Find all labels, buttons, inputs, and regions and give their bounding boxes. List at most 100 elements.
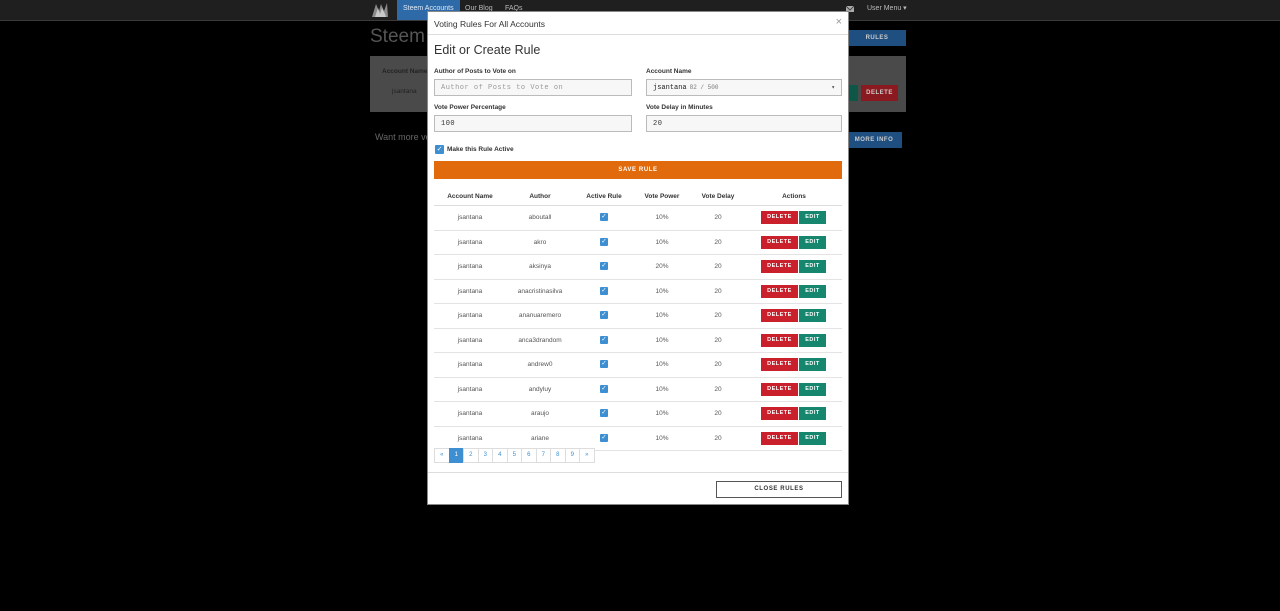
delete-rule-button[interactable]: DELETE xyxy=(761,358,798,371)
account-name-label: Account Name xyxy=(646,68,692,75)
cell-vote-delay: 20 xyxy=(714,336,722,344)
modal-footer-divider xyxy=(428,472,848,473)
delete-rule-button[interactable]: DELETE xyxy=(761,333,798,347)
active-rule-checkbox-icon[interactable]: ✓ xyxy=(600,360,608,368)
delete-rule-button[interactable]: DELETE xyxy=(761,407,798,420)
col-vote-power: Vote Power xyxy=(644,193,680,200)
cell-vote-delay: 20 xyxy=(714,263,722,270)
edit-rule-button[interactable]: EDIT xyxy=(799,284,826,298)
vote-power-input[interactable] xyxy=(434,115,632,132)
cell-vote-power: 10% xyxy=(655,385,669,393)
cell-author: ariane xyxy=(530,434,550,442)
cell-account: jsantana xyxy=(457,434,483,442)
delete-rule-button[interactable]: DELETE xyxy=(761,284,798,298)
edit-rule-button[interactable]: EDIT xyxy=(799,309,826,322)
cell-author: anacristinasilva xyxy=(517,287,563,295)
pagination-page[interactable]: 4 xyxy=(492,448,508,463)
pagination-next[interactable]: » xyxy=(579,448,595,463)
edit-rule-button[interactable]: EDIT xyxy=(799,407,826,420)
col-account-name: Account Name xyxy=(447,193,493,200)
active-rule-label: Make this Rule Active xyxy=(447,146,514,153)
cell-author: aksinya xyxy=(528,263,552,270)
bg-edit-button[interactable] xyxy=(849,85,858,101)
pagination-page[interactable]: 2 xyxy=(463,448,479,463)
edit-rule-button[interactable]: EDIT xyxy=(799,358,826,371)
active-rule-checkbox-icon[interactable]: ✓ xyxy=(600,286,608,295)
cell-vote-delay: 20 xyxy=(714,214,722,221)
close-icon[interactable]: × xyxy=(836,16,842,28)
pagination-page[interactable]: 1 xyxy=(448,448,464,463)
cell-vote-delay: 20 xyxy=(714,434,722,442)
edit-rule-button[interactable]: EDIT xyxy=(799,382,826,396)
pagination-page[interactable]: 3 xyxy=(477,448,493,463)
col-author: Author xyxy=(529,193,551,200)
edit-rule-button[interactable]: EDIT xyxy=(799,235,826,249)
rules-button[interactable]: RULES xyxy=(848,30,906,46)
delete-rule-button[interactable]: DELETE xyxy=(761,235,798,249)
delete-rule-button[interactable]: DELETE xyxy=(761,211,798,224)
cell-vote-power: 10% xyxy=(655,410,669,417)
cell-author: ananuaremero xyxy=(518,312,562,319)
pagination-page[interactable]: 6 xyxy=(521,448,537,463)
save-rule-button[interactable]: SAVE RULE xyxy=(434,161,842,179)
active-rule-checkbox-icon[interactable]: ✓ xyxy=(600,311,608,319)
cell-account: jsantana xyxy=(457,263,483,270)
vote-delay-label: Vote Delay in Minutes xyxy=(646,104,713,111)
cell-vote-delay: 20 xyxy=(714,312,722,319)
cell-vote-power: 10% xyxy=(655,214,669,221)
pagination-page[interactable]: 5 xyxy=(506,448,522,463)
cell-vote-power: 20% xyxy=(655,263,669,270)
active-rule-checkbox[interactable]: ✓ xyxy=(435,145,444,154)
delete-rule-button[interactable]: DELETE xyxy=(761,382,798,396)
modal-header: Voting Rules For All Accounts × xyxy=(428,12,848,35)
account-name-value: jsantana xyxy=(653,84,687,92)
steem-logo-icon[interactable] xyxy=(370,1,390,19)
cell-account: jsantana xyxy=(457,361,483,368)
rules-table: Account Name Author Active Rule Vote Pow… xyxy=(434,188,842,451)
account-name-select[interactable]: jsantana 82 / 500 ▾ xyxy=(646,79,842,96)
active-rule-checkbox-icon[interactable]: ✓ xyxy=(600,433,608,442)
close-rules-button[interactable]: CLOSE RULES xyxy=(716,481,842,498)
user-menu-dropdown[interactable]: User Menu ▾ xyxy=(867,0,907,20)
cell-author: andyluy xyxy=(528,385,552,393)
bg-delete-button[interactable]: DELETE xyxy=(861,85,898,101)
more-info-button[interactable]: MORE INFO xyxy=(846,132,902,148)
table-row: jsantana anca3drandom ✓ 10% 20 DELETE EDIT xyxy=(434,329,842,353)
table-row: jsantana ananuaremero ✓ 10% 20 DELETE EDIT xyxy=(434,304,842,329)
active-rule-checkbox-icon[interactable]: ✓ xyxy=(600,335,608,344)
bg-account-cell: jsantana xyxy=(392,88,417,95)
edit-rule-button[interactable]: EDIT xyxy=(799,211,826,224)
active-rule-checkbox-icon[interactable]: ✓ xyxy=(600,237,608,246)
pagination-page[interactable]: 9 xyxy=(564,448,580,463)
author-input[interactable] xyxy=(434,79,632,96)
delete-rule-button[interactable]: DELETE xyxy=(761,260,798,273)
edit-rule-button[interactable]: EDIT xyxy=(799,431,826,445)
active-rule-checkbox-icon[interactable]: ✓ xyxy=(600,262,608,270)
active-rule-checkbox-icon[interactable]: ✓ xyxy=(600,384,608,393)
cell-author: anca3drandom xyxy=(518,336,562,344)
cell-vote-power: 10% xyxy=(655,336,669,344)
vote-delay-input[interactable] xyxy=(646,115,842,132)
cell-account: jsantana xyxy=(457,336,483,344)
cell-vote-delay: 20 xyxy=(714,238,722,246)
table-row: jsantana araujo ✓ 10% 20 DELETE EDIT xyxy=(434,402,842,427)
vote-power-label: Vote Power Percentage xyxy=(434,104,506,111)
author-label: Author of Posts to Vote on xyxy=(434,68,516,75)
active-rule-checkbox-icon[interactable]: ✓ xyxy=(600,409,608,417)
bg-column-header: Account Name xyxy=(382,68,428,75)
delete-rule-button[interactable]: DELETE xyxy=(761,309,798,322)
pagination-prev[interactable]: « xyxy=(434,448,450,463)
cell-account: jsantana xyxy=(457,385,483,393)
cell-vote-delay: 20 xyxy=(714,385,722,393)
delete-rule-button[interactable]: DELETE xyxy=(761,431,798,445)
active-rule-checkbox-icon[interactable]: ✓ xyxy=(600,213,608,221)
table-row: jsantana andyluy ✓ 10% 20 DELETE EDIT xyxy=(434,378,842,402)
cell-account: jsantana xyxy=(457,312,483,319)
edit-rule-button[interactable]: EDIT xyxy=(799,333,826,347)
cell-author: araujo xyxy=(530,410,550,417)
edit-rule-button[interactable]: EDIT xyxy=(799,260,826,273)
cell-author: andrew0 xyxy=(527,361,553,368)
pagination-page[interactable]: 8 xyxy=(550,448,566,463)
pagination-page[interactable]: 7 xyxy=(535,448,551,463)
cell-vote-power: 10% xyxy=(655,238,669,246)
